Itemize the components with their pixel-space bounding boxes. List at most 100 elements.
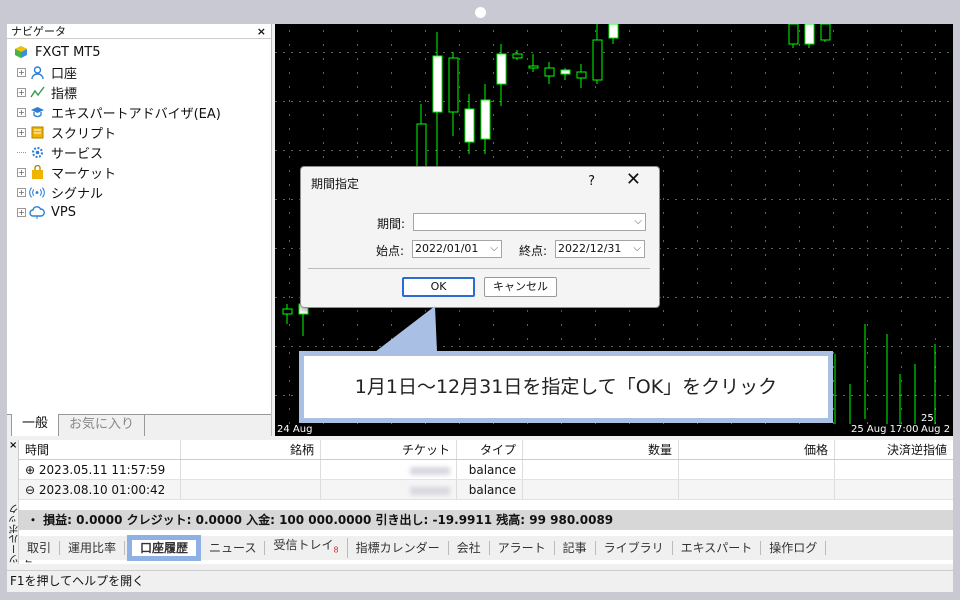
tab-label: 記事: [562, 541, 587, 555]
volume-cell: [523, 480, 679, 499]
candle-body: [512, 53, 523, 59]
expand-icon[interactable]: +: [17, 107, 26, 117]
column-header-ticket[interactable]: チケット: [321, 440, 457, 459]
toolbox-tabs: 取引 運用比率 口座履歴 ニュース 受信トレイ8 指標カレンダー 会社 アラート 記事 ライブラリ…: [19, 535, 953, 561]
price-cell: [679, 460, 835, 479]
expand-icon[interactable]: +: [17, 167, 26, 177]
toolbox-tab[interactable]: ニュース: [201, 541, 266, 555]
tree-item[interactable]: + エキスパートアドバイザ(EA): [11, 102, 271, 122]
chevron-down-icon: ⌵: [634, 216, 642, 227]
toolbox-tab[interactable]: 会社: [449, 541, 490, 555]
column-header-type[interactable]: タイプ: [457, 440, 523, 459]
ok-button[interactable]: OK: [402, 277, 475, 297]
toolbox-tab[interactable]: 取引: [19, 541, 61, 555]
end-date-value: 2022/12/31: [558, 242, 622, 255]
tab-label: 会社: [456, 541, 481, 555]
expand-icon[interactable]: +: [17, 67, 26, 77]
fxgt-logo-icon: [13, 44, 29, 60]
help-button[interactable]: ?: [588, 174, 595, 189]
navigator-tab-general[interactable]: 一般: [11, 414, 60, 436]
tree-item-label: 指標: [51, 86, 78, 102]
end-date-picker[interactable]: 2022/12/31 ⌵: [555, 240, 645, 258]
signals-icon: [29, 184, 45, 200]
candle-body: [788, 24, 799, 45]
candle-body: [544, 67, 555, 77]
tree-root-label: FXGT MT5: [35, 44, 101, 60]
candle-body: [820, 24, 831, 41]
tree-item[interactable]: + スクリプト: [11, 122, 271, 142]
start-date-picker[interactable]: 2022/01/01 ⌵: [412, 240, 502, 258]
period-label: 期間:: [377, 217, 406, 231]
dialog-separator: [308, 268, 650, 269]
cancel-button[interactable]: キャンセル: [484, 277, 557, 297]
candle-body: [592, 39, 603, 81]
symbol-cell: [181, 480, 321, 499]
navigator-tree: FXGT MT5 + 口座 + 指標 + エキスパートアドバイザ(EA) + スクリプト サービ…: [7, 39, 271, 222]
toolbox-tab[interactable]: ライブラリ: [596, 541, 673, 555]
tree-connector: [17, 151, 26, 153]
instruction-callout: 1月1日～12月31日を指定して「OK」をクリック: [299, 351, 833, 423]
toolbox-close-button[interactable]: ×: [9, 440, 17, 451]
column-header-volume[interactable]: 数量: [523, 440, 679, 459]
time-value: 2023.08.10 01:00:42: [38, 483, 166, 497]
toolbox-tab[interactable]: 記事: [555, 541, 596, 555]
start-label: 始点:: [376, 244, 405, 258]
tab-label: 取引: [27, 541, 52, 555]
status-bar: F1を押してヘルプを開く: [7, 570, 953, 592]
expand-icon[interactable]: +: [17, 187, 26, 197]
x-axis-label: 24 Aug: [277, 424, 313, 435]
column-header-stoploss[interactable]: 決済逆指値: [835, 440, 953, 459]
redacted-ticket: [410, 486, 450, 495]
navigator-tab-favorites[interactable]: お気に入り: [59, 415, 146, 436]
toolbox-tab[interactable]: 指標カレンダー: [348, 541, 449, 555]
column-header-price[interactable]: 価格: [679, 440, 835, 459]
tab-label: ニュース: [209, 541, 257, 555]
toolbox-tab[interactable]: 運用比率: [60, 541, 126, 555]
candle-body: [560, 69, 571, 75]
tree-item[interactable]: + 指標: [11, 82, 271, 102]
dialog-close-button[interactable]: ✕: [626, 171, 641, 189]
tree-item[interactable]: サービス: [11, 142, 271, 162]
toolbox-tab[interactable]: エキスパート: [673, 541, 762, 555]
time-cell: ⊖ 2023.08.10 01:00:42: [19, 480, 181, 499]
chevron-down-icon: ⌵: [490, 243, 498, 254]
column-header-time[interactable]: 時間: [19, 440, 181, 459]
expand-icon[interactable]: ⊕: [25, 463, 35, 477]
tree-root[interactable]: FXGT MT5: [13, 42, 271, 62]
table-row[interactable]: ⊕ 2023.05.11 11:57:59 balance: [19, 460, 953, 480]
toolbox-tab[interactable]: アラート: [490, 541, 555, 555]
toolbox-tab[interactable]: 受信トレイ8: [265, 538, 348, 558]
tree-item-label: スクリプト: [51, 126, 117, 142]
table-row[interactable]: ⊖ 2023.08.10 01:00:42 balance: [19, 480, 953, 500]
table-header: 時間 銘柄 チケット タイプ 数量 価格 決済逆指値: [19, 440, 953, 460]
navigator-tabs: 一般 お気に入り: [7, 414, 271, 436]
history-table: 時間 銘柄 チケット タイプ 数量 価格 決済逆指値 ⊕ 2023.05.11 …: [19, 440, 953, 500]
navigator-title: ナビゲータ: [11, 25, 66, 38]
column-header-symbol[interactable]: 銘柄: [181, 440, 321, 459]
candle-body: [576, 71, 587, 79]
toolbox-tab[interactable]: 口座履歴: [127, 535, 202, 561]
services-icon: [29, 144, 45, 160]
tree-item-label: シグナル: [51, 186, 104, 202]
tree-item[interactable]: + VPS: [11, 202, 271, 222]
candle-body: [448, 57, 459, 113]
expand-icon[interactable]: +: [17, 87, 26, 97]
redacted-ticket: [410, 466, 450, 475]
toolbox-label: ツールボックス: [10, 504, 36, 564]
x-axis-label: 25 Aug 2: [921, 413, 951, 435]
time-cell: ⊕ 2023.05.11 11:57:59: [19, 460, 181, 479]
unread-badge: 8: [333, 545, 339, 555]
navigator-close-button[interactable]: ×: [257, 24, 266, 39]
collapse-icon[interactable]: ⊖: [25, 483, 35, 497]
tab-label: ライブラリ: [603, 541, 664, 555]
tree-item-label: VPS: [51, 204, 76, 220]
toolbox-tab[interactable]: 操作ログ: [761, 541, 827, 555]
toolbox-panel: × ツールボックス 時間 銘柄 チケット タイプ 数量 価格 決済逆指値 ⊕ 2…: [7, 440, 953, 564]
tree-item[interactable]: + シグナル: [11, 182, 271, 202]
period-select[interactable]: ⌵: [413, 213, 646, 231]
tree-item[interactable]: + マーケット: [11, 162, 271, 182]
tree-item[interactable]: + 口座: [11, 62, 271, 82]
expand-icon[interactable]: +: [17, 127, 26, 137]
expand-icon[interactable]: +: [17, 207, 26, 217]
script-icon: [29, 124, 45, 140]
